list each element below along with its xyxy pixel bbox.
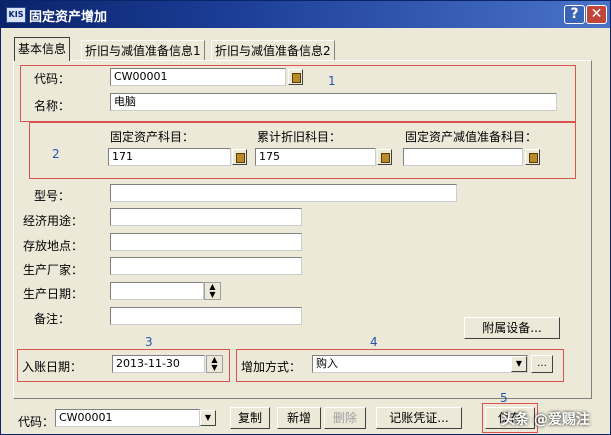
depreciation-account-field[interactable]: 175 [255, 148, 376, 166]
increase-method-more-button[interactable]: ... [531, 355, 553, 373]
asset-account-picker-icon[interactable] [232, 149, 247, 165]
model-field[interactable] [110, 184, 457, 202]
asset-account-label: 固定资产科目： [110, 130, 195, 144]
use-label: 经济用途： [23, 214, 84, 228]
title-bar[interactable]: KIS 固定资产增加 ? ✕ [1, 1, 610, 28]
asset-account-field[interactable]: 171 [108, 148, 231, 166]
voucher-button[interactable]: 记账凭证... [376, 407, 462, 429]
footer-code-label: 代码： [18, 415, 55, 429]
manufacturer-field[interactable] [110, 257, 302, 275]
chevron-down-icon[interactable]: ▼ [511, 356, 527, 372]
entry-date-spinner[interactable]: ▲ ▼ [206, 355, 223, 373]
attached-equipment-button[interactable]: 附属设备... [464, 317, 560, 339]
new-button[interactable]: 新增 [277, 407, 321, 429]
footer-code-select[interactable]: CW00001 [55, 409, 200, 427]
code-field[interactable]: CW00001 [110, 68, 286, 86]
name-field[interactable]: 电脑 [110, 93, 557, 111]
note-label: 备注： [34, 312, 71, 326]
location-label: 存放地点： [23, 239, 84, 253]
annotation-2: 2 [52, 147, 60, 161]
model-label: 型号： [34, 189, 71, 203]
code-label: 代码： [34, 72, 71, 86]
use-field[interactable] [110, 208, 302, 226]
depreciation-account-label: 累计折旧科目： [257, 130, 342, 144]
kis-app-icon: KIS [6, 7, 26, 23]
annotation-4: 4 [370, 335, 378, 349]
dialog-window: KIS 固定资产增加 ? ✕ 基本信息 折旧与减值准备信息1 折旧与减值准备信息… [0, 0, 611, 435]
help-button[interactable]: ? [564, 5, 585, 24]
increase-method-label: 增加方式： [241, 360, 302, 374]
annotation-1: 1 [328, 74, 336, 88]
tab-basic-info[interactable]: 基本信息 [14, 37, 71, 61]
window-title: 固定资产增加 [29, 10, 108, 25]
name-label: 名称： [34, 99, 71, 113]
spin-down-icon[interactable]: ▼ [205, 291, 220, 299]
tab-depreciation-1[interactable]: 折旧与减值准备信息1 [81, 40, 205, 60]
manufacturer-label: 生产厂家： [23, 263, 84, 277]
depreciation-account-picker-icon[interactable] [377, 149, 392, 165]
production-date-field[interactable] [110, 282, 204, 300]
entry-date-field[interactable]: 2013-11-30 [112, 355, 205, 373]
production-date-label: 生产日期： [23, 287, 84, 301]
copy-button[interactable]: 复制 [230, 407, 270, 429]
annotation-3: 3 [145, 335, 153, 349]
impairment-account-picker-icon[interactable] [525, 149, 540, 165]
location-field[interactable] [110, 233, 302, 251]
watermark-text: 头条 @爱赐注 [501, 412, 590, 428]
increase-method-select[interactable]: 购入 [312, 355, 528, 373]
close-button[interactable]: ✕ [586, 5, 607, 24]
tab-depreciation-2[interactable]: 折旧与减值准备信息2 [211, 40, 335, 60]
code-picker-icon[interactable] [288, 69, 303, 85]
impairment-account-field[interactable] [403, 148, 523, 166]
production-date-spinner[interactable]: ▲ ▼ [204, 282, 221, 300]
entry-date-label: 入账日期： [22, 360, 83, 374]
impairment-account-label: 固定资产减值准备科目： [405, 130, 538, 144]
spin-down-icon[interactable]: ▼ [207, 364, 222, 372]
delete-button[interactable]: 删除 [324, 407, 366, 429]
note-field[interactable] [110, 307, 302, 325]
chevron-down-icon[interactable]: ▼ [200, 410, 216, 426]
